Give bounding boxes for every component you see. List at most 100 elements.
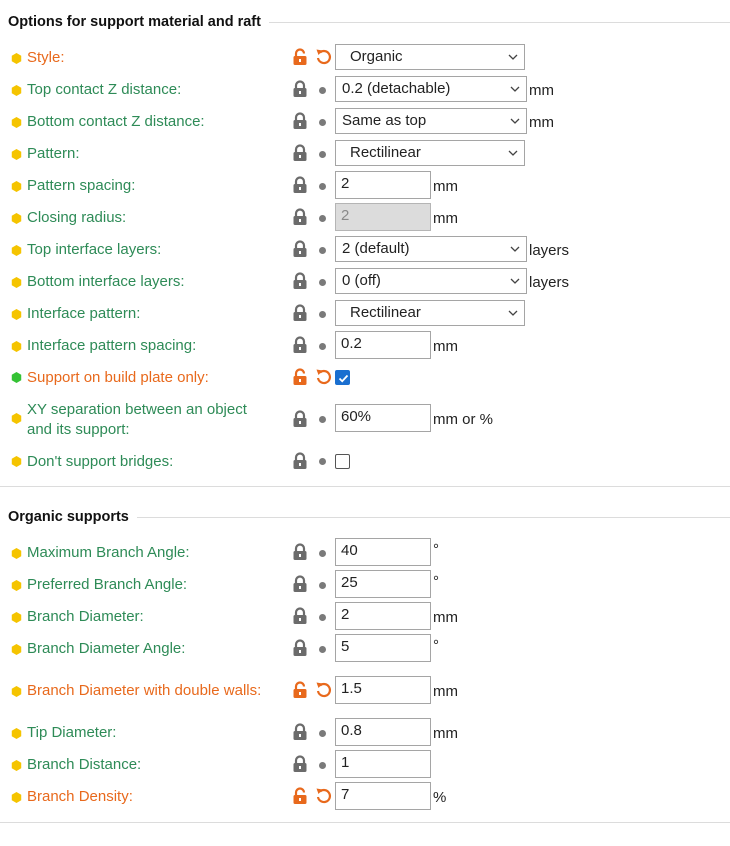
closing-radius-input: 2	[335, 203, 431, 231]
unit-label: mm	[433, 178, 458, 195]
xy-separation-input[interactable]: 60%	[335, 404, 431, 432]
branch-diameter-angle-input[interactable]: 5	[335, 634, 431, 662]
yellow-hex-icon	[11, 277, 22, 288]
lock-closed-icon[interactable]	[292, 755, 308, 773]
unit-label: mm	[529, 114, 554, 131]
lock-closed-icon[interactable]	[292, 272, 308, 290]
undo-arrow-icon[interactable]	[315, 368, 332, 385]
preferred-branch-angle-label: Preferred Branch Angle:	[27, 576, 188, 593]
section-header-support: Options for support material and raft	[8, 14, 730, 30]
yellow-hex-icon	[11, 456, 22, 467]
dot-icon	[319, 730, 326, 737]
lock-open-icon[interactable]	[292, 368, 308, 386]
lock-open-icon[interactable]	[292, 787, 308, 805]
top-contact-z-value: 0.2 (detachable)	[342, 80, 451, 97]
lock-closed-icon[interactable]	[292, 176, 308, 194]
lock-closed-icon[interactable]	[292, 240, 308, 258]
pattern-spacing-input[interactable]: 2	[335, 171, 431, 199]
lock-closed-icon[interactable]	[292, 543, 308, 561]
dot-icon	[319, 279, 326, 286]
section-divider	[0, 822, 730, 823]
undo-arrow-icon[interactable]	[315, 787, 332, 804]
branch-density-input[interactable]: 7	[335, 782, 431, 810]
green-hex-icon	[11, 372, 22, 383]
top-interface-layers-select[interactable]: 2 (default)	[335, 236, 527, 262]
branch-diameter-double-walls-input[interactable]: 1.5	[335, 676, 431, 704]
branch-diameter-input[interactable]: 2	[335, 602, 431, 630]
xy-separation-label-line1: XY separation between an object	[27, 401, 247, 418]
unit-label: mm	[433, 609, 458, 626]
unit-label: °	[433, 541, 439, 558]
yellow-hex-icon	[11, 213, 22, 224]
branch-diameter-angle-label: Branch Diameter Angle:	[27, 640, 186, 657]
lock-closed-icon[interactable]	[292, 575, 308, 593]
style-select[interactable]: Organic	[335, 44, 525, 70]
style-label: Style:	[27, 49, 65, 66]
yellow-hex-icon	[11, 341, 22, 352]
lock-closed-icon[interactable]	[292, 452, 308, 470]
pattern-spacing-label: Pattern spacing:	[27, 177, 136, 194]
lock-closed-icon[interactable]	[292, 144, 308, 162]
yellow-hex-icon	[11, 309, 22, 320]
build-plate-only-label: Support on build plate only:	[27, 369, 209, 386]
bottom-contact-z-select[interactable]: Same as top	[335, 108, 527, 134]
lock-closed-icon[interactable]	[292, 607, 308, 625]
lock-closed-icon[interactable]	[292, 304, 308, 322]
yellow-hex-icon	[11, 612, 22, 623]
branch-diameter-label: Branch Diameter:	[27, 608, 144, 625]
dot-icon	[319, 458, 326, 465]
pattern-value: Rectilinear	[350, 144, 421, 161]
section-rule	[268, 21, 730, 23]
yellow-hex-icon	[11, 548, 22, 559]
bottom-interface-layers-select[interactable]: 0 (off)	[335, 268, 527, 294]
undo-arrow-icon[interactable]	[315, 48, 332, 65]
closing-radius-label: Closing radius:	[27, 209, 127, 226]
preferred-branch-angle-input[interactable]: 25	[335, 570, 431, 598]
yellow-hex-icon	[11, 413, 22, 424]
branch-diameter-double-walls-label: Branch Diameter with double walls:	[27, 682, 262, 699]
interface-pattern-label: Interface pattern:	[27, 305, 141, 322]
checkmark-icon	[337, 372, 350, 385]
undo-arrow-icon[interactable]	[315, 681, 332, 698]
section-divider	[0, 486, 730, 487]
unit-label: mm	[433, 683, 458, 700]
max-branch-angle-input[interactable]: 40	[335, 538, 431, 566]
chevron-down-icon	[510, 117, 520, 125]
unit-label: mm	[433, 338, 458, 355]
yellow-hex-icon	[11, 85, 22, 96]
bottom-interface-layers-label: Bottom interface layers:	[27, 273, 185, 290]
dont-support-bridges-label: Don't support bridges:	[27, 453, 174, 470]
branch-distance-input[interactable]: 1	[335, 750, 431, 778]
branch-distance-label: Branch Distance:	[27, 756, 142, 773]
lock-open-icon[interactable]	[292, 681, 308, 699]
yellow-hex-icon	[11, 644, 22, 655]
yellow-hex-icon	[11, 792, 22, 803]
lock-closed-icon[interactable]	[292, 639, 308, 657]
top-contact-z-select[interactable]: 0.2 (detachable)	[335, 76, 527, 102]
unit-label: mm or %	[433, 411, 493, 428]
yellow-hex-icon	[11, 686, 22, 697]
lock-closed-icon[interactable]	[292, 112, 308, 130]
interface-pattern-value: Rectilinear	[350, 304, 421, 321]
bottom-interface-layers-value: 0 (off)	[342, 272, 381, 289]
section-title: Options for support material and raft	[8, 14, 261, 30]
interface-pattern-select[interactable]: Rectilinear	[335, 300, 525, 326]
lock-closed-icon[interactable]	[292, 410, 308, 428]
dot-icon	[319, 550, 326, 557]
lock-closed-icon[interactable]	[292, 208, 308, 226]
section-title: Organic supports	[8, 509, 129, 525]
lock-open-icon[interactable]	[292, 48, 308, 66]
lock-closed-icon[interactable]	[292, 336, 308, 354]
unit-label: %	[433, 789, 447, 806]
pattern-select[interactable]: Rectilinear	[335, 140, 525, 166]
lock-closed-icon[interactable]	[292, 723, 308, 741]
top-interface-layers-value: 2 (default)	[342, 240, 410, 257]
chevron-down-icon	[510, 277, 520, 285]
build-plate-only-checkbox[interactable]	[335, 370, 350, 385]
section-header-organic: Organic supports	[8, 509, 730, 525]
yellow-hex-icon	[11, 245, 22, 256]
dont-support-bridges-checkbox[interactable]	[335, 454, 350, 469]
lock-closed-icon[interactable]	[292, 80, 308, 98]
interface-pattern-spacing-input[interactable]: 0.2	[335, 331, 431, 359]
tip-diameter-input[interactable]: 0.8	[335, 718, 431, 746]
